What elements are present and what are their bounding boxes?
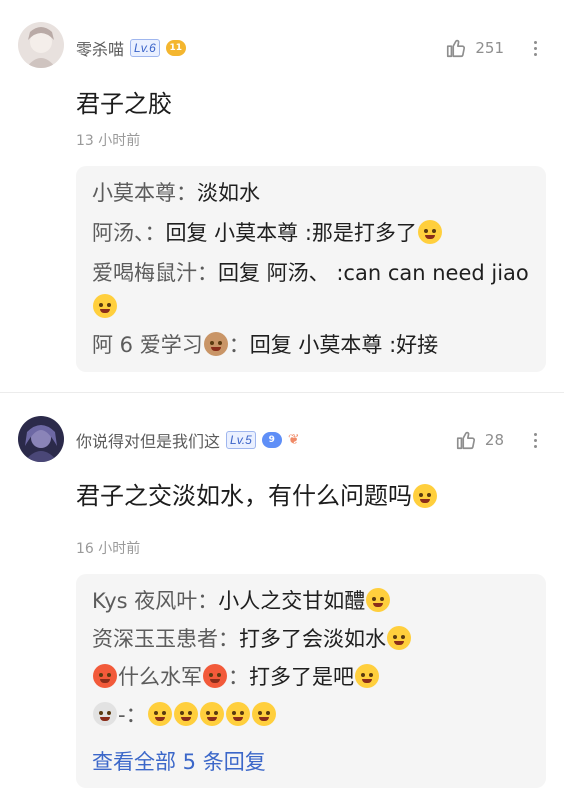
fan-badge: 11 [165,40,186,56]
level-badge: Lv.6 [130,39,160,57]
comment-time: 16 小时前 [76,541,141,557]
grin-face-icon [251,702,276,726]
reply-separator: ： [228,665,249,689]
reply-separator: ： [144,221,166,245]
see-no-evil-monkey-icon [203,332,228,356]
avatar[interactable] [18,22,64,68]
reply-item[interactable]: 小莫本尊：淡如水 [92,176,532,210]
reply-separator: ： [197,589,219,613]
grin-face-icon [355,664,379,688]
username-row: 你说得对但是我们这 Lv.5 9 ❦ [76,428,300,452]
angry-face-icon [93,664,117,688]
reply-text: 回复 小莫本尊 :那是打多了 [165,221,417,245]
reply-text: 小人之交甘如醴 [218,589,366,613]
grin-face-icon [225,702,250,726]
reply-separator: ： [197,261,218,285]
thumbs-up-icon [456,431,475,450]
heart-eyes-face-icon [93,294,117,318]
level-badge: Lv.5 [226,431,256,449]
reply-author[interactable]: 小莫本尊 [92,181,176,205]
reply-item[interactable]: 资深玉玉患者：打多了会淡如水 [92,622,532,656]
like-button[interactable]: 28 [455,428,504,452]
comment-time: 13 小时前 [76,133,141,149]
reply-separator: ： [218,627,239,651]
view-all-replies-link[interactable]: 查看全部 5 条回复 [92,746,266,776]
divider [0,392,564,393]
avatar[interactable] [18,416,64,462]
more-icon[interactable] [530,36,540,60]
reply-author[interactable]: 什么水军 [118,665,202,689]
reply-text: 回复 小莫本尊 :好接 [249,333,439,357]
yum-face-icon [417,220,442,244]
reply-item[interactable]: Kys 夜风叶：小人之交甘如醴 [92,584,532,618]
reply-text: 打多了是吧 [249,665,354,689]
like-button[interactable]: 251 [445,36,504,60]
reply-separator: ： [125,703,147,727]
reply-author[interactable]: 爱喝梅鼠汁 [92,261,197,285]
lungs-icon: ❦ [287,432,300,448]
reply-author[interactable]: - [118,703,126,727]
reply-box[interactable]: 小莫本尊：淡如水 阿汤、：回复 小莫本尊 :那是打多了 爱喝梅鼠汁：回复 阿汤、… [76,166,546,372]
angry-face-icon [203,664,227,688]
comment-content: 君子之交淡如水，有什么问题吗 [76,476,438,511]
mouse-face-icon [93,702,117,726]
reply-text: 打多了会淡如水 [239,627,386,651]
like-count: 28 [484,431,504,449]
username[interactable]: 零杀喵 [76,36,124,60]
grin-face-icon [199,702,224,726]
reply-separator: ： [176,181,197,205]
reply-text: 淡如水 [197,181,260,205]
grin-face-icon [147,702,172,726]
reply-author[interactable]: 资深玉玉患者 [92,627,218,651]
grin-face-icon [173,702,198,726]
comment-text: 君子之交淡如水，有什么问题吗 [76,482,412,510]
reply-author[interactable]: 阿 6 爱学习 [92,333,203,357]
reply-item[interactable]: 阿汤、：回复 小莫本尊 :那是打多了 [92,216,532,250]
username[interactable]: 你说得对但是我们这 [76,428,220,452]
reply-item[interactable]: 爱喝梅鼠汁：回复 阿汤、 :can can need jiao [92,256,532,324]
reply-separator: ： [228,333,250,357]
reply-text: 回复 阿汤、 :can can need jiao [218,261,529,285]
thinking-face-icon [413,484,437,508]
reply-box[interactable]: Kys 夜风叶：小人之交甘如醴 资深玉玉患者：打多了会淡如水 什么水军 ：打多了是… [76,574,546,788]
reply-item[interactable]: 阿 6 爱学习 ：回复 小莫本尊 :好接 [92,328,532,362]
username-row: 零杀喵 Lv.6 11 [76,36,186,60]
fan-badge: 9 [261,432,282,448]
yum-face-icon [366,588,391,612]
reply-author[interactable]: 阿汤、 [92,221,145,245]
thumbs-up-icon [447,39,466,58]
reply-author[interactable]: Kys 夜风叶 [92,589,197,613]
reply-item[interactable]: -： [92,698,532,732]
reply-item[interactable]: 什么水军 ：打多了是吧 [92,660,532,694]
more-icon[interactable] [530,428,540,452]
comment-content: 君子之胶 [76,90,172,118]
like-count: 251 [475,39,504,57]
wavy-face-icon [387,626,411,650]
